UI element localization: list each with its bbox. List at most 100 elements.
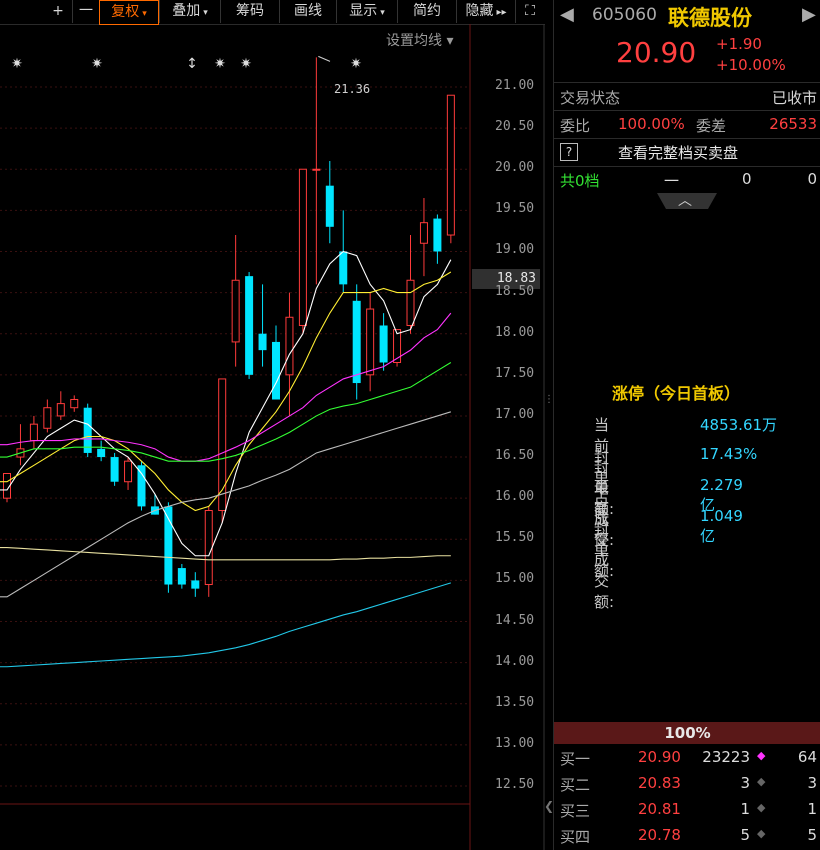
double-chevron-right-icon: ▸▸ [496, 7, 507, 18]
candle-body [177, 568, 186, 585]
y-tick-label: 12.50 [495, 777, 535, 792]
stock-name: 联德股份 [668, 6, 752, 30]
bid-price: 20.78 [638, 826, 681, 844]
diamond-icon: ◆ [757, 827, 766, 840]
bid-row[interactable]: 买三 20.81 1 ◆ 1 [554, 797, 820, 823]
next-stock-icon[interactable]: ▶ [802, 4, 816, 25]
candle-body [29, 423, 38, 442]
kline-chart[interactable]: ✷ ✷ ↕ ✷ ✷ ✷ 设置均线 ▾ 21.36 18.83 21.00 20.50 20.0… [0, 24, 554, 850]
event-star-icon[interactable]: ✷ [214, 56, 226, 72]
event-star-icon[interactable]: ✷ [240, 56, 252, 72]
candle-body [312, 168, 321, 171]
display-menu[interactable]: 显示 ▾ [336, 0, 397, 23]
candle-body [393, 329, 402, 363]
bid-row[interactable]: 买四 20.78 5 ◆ 5 [554, 823, 820, 849]
resize-handle[interactable]: ⋮ [544, 394, 554, 424]
bid-price: 20.83 [638, 774, 681, 792]
chevron-up-icon[interactable]: ︿ [678, 190, 692, 210]
candle-body [366, 308, 375, 376]
info-label: 涨停成交额: [594, 509, 615, 611]
candle-body [43, 407, 52, 429]
candle-body [191, 580, 200, 589]
ratio-label: 委比 [560, 117, 591, 135]
overlay-label: 叠加 [172, 3, 201, 19]
y-tick-label: 17.50 [495, 365, 535, 381]
stock-code: 605060 [592, 5, 657, 25]
diff-label: 委差 [696, 117, 727, 135]
bid-row[interactable]: 买二 20.83 3 ◆ 3 [554, 771, 820, 797]
diamond-icon: ◆ [757, 749, 766, 762]
candle-body [204, 510, 213, 586]
chevron-down-icon: ▾ [380, 8, 385, 18]
trade-status-label: 交易状态 [560, 89, 621, 107]
diff-value: 26533 [769, 115, 817, 133]
full-depth-link[interactable]: 查看完整档买卖盘 [618, 142, 738, 163]
expand-icon[interactable]: ⛶ [515, 0, 544, 23]
event-arrow-icon[interactable]: ↕ [186, 56, 198, 72]
event-star-icon[interactable]: ✷ [11, 56, 23, 72]
bid-volume: 3 [740, 774, 750, 792]
draw-line-button[interactable]: 画线 [279, 0, 336, 23]
full-depth-row[interactable]: ? 查看完整档买卖盘 [554, 139, 820, 167]
diamond-icon: ◆ [757, 801, 766, 814]
y-tick-label: 13.50 [495, 694, 535, 710]
quote-panel: ◀ 605060 联德股份 ▶ 20.90 +1.90 +10.00% 交易状态… [553, 0, 820, 850]
event-star-icon[interactable]: ✷ [91, 56, 103, 72]
candle-body [446, 94, 455, 236]
restore-rights-menu[interactable]: 复权 ▾ [99, 0, 159, 25]
candle-body [272, 341, 280, 400]
candle-body [124, 460, 133, 483]
candle-body [379, 325, 388, 363]
bid-price: 20.81 [638, 800, 681, 818]
bid-ratio-bar: 100% [554, 722, 820, 744]
candle-body [325, 185, 334, 227]
bid-volume: 1 [740, 800, 750, 818]
y-tick-label: 20.00 [495, 160, 535, 176]
candle-body [352, 300, 361, 384]
help-icon[interactable]: ? [560, 143, 578, 161]
bid-count: 3 [807, 774, 817, 792]
candle-body [97, 448, 106, 458]
overlay-menu[interactable]: 叠加 ▾ [159, 0, 220, 23]
diamond-icon: ◆ [757, 775, 766, 788]
simple-button[interactable]: 简约 [397, 0, 456, 23]
candle-body [137, 465, 146, 507]
scroll-handle[interactable]: ❮ [544, 799, 554, 839]
y-tick-label: 17.00 [495, 406, 535, 422]
hide-button[interactable]: 隐藏 ▸▸ [456, 0, 515, 23]
candle-body [433, 218, 442, 252]
stock-header: ◀ 605060 联德股份 ▶ 20.90 +1.90 +10.00% [554, 0, 820, 83]
candle-body [110, 457, 119, 482]
display-label: 显示 [349, 3, 378, 19]
bid-orderbook: 买一 20.90 23223 ◆ 64 买二 20.83 3 ◆ 3 买三 20… [554, 745, 820, 850]
ma-settings-button[interactable]: 设置均线 ▾ [386, 30, 453, 50]
bid-level-label: 买三 [560, 802, 591, 820]
zoom-out-button[interactable]: 一 [72, 0, 99, 23]
event-star-icon[interactable]: ✷ [350, 56, 362, 72]
high-annotation-arrow [318, 55, 331, 62]
last-price: 20.90 [616, 36, 697, 69]
y-tick-label: 13.00 [495, 735, 535, 751]
y-tick-label: 19.00 [495, 242, 535, 258]
bid-count: 5 [807, 826, 817, 844]
prev-stock-icon[interactable]: ◀ [560, 4, 574, 25]
chips-button[interactable]: 筹码 [220, 0, 279, 23]
total-dash: 一 [664, 172, 680, 190]
bid-level-label: 买一 [560, 750, 591, 768]
bid-price: 20.90 [638, 748, 681, 766]
hide-label: 隐藏 [465, 3, 494, 19]
candle-body [245, 276, 254, 375]
y-tick-label: 15.50 [495, 530, 535, 546]
total-value-2: 0 [807, 170, 817, 188]
zoom-in-button[interactable]: + [44, 0, 72, 23]
total-levels-label: 共0档 [560, 172, 600, 190]
candle-body [231, 279, 240, 343]
bid-row[interactable]: 买一 20.90 23223 ◆ 64 [554, 745, 820, 771]
order-ratio-row: 委比 100.00% 委差 26533 [554, 111, 820, 139]
chevron-down-icon: ▾ [203, 8, 208, 18]
candle-body [285, 316, 294, 376]
limit-up-title: 涨停（今日首板） [612, 384, 741, 403]
y-tick-label: 20.50 [495, 119, 535, 135]
y-tick-label: 18.50 [495, 283, 535, 299]
bid-volume: 23223 [702, 748, 750, 766]
